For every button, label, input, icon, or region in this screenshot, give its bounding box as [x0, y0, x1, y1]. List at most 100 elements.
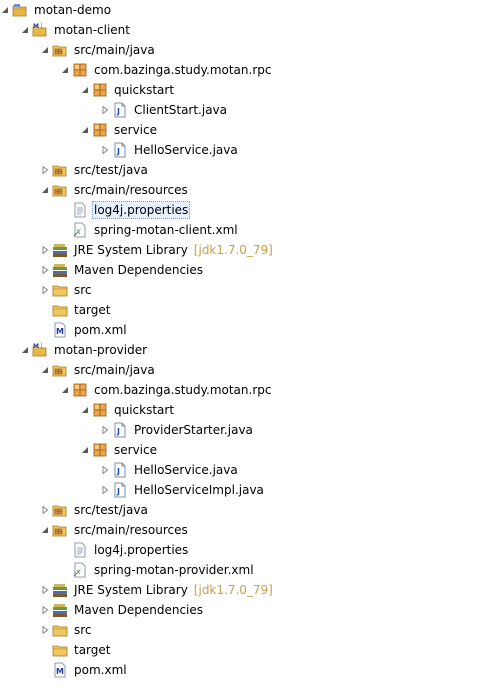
- folder-icon: [52, 302, 68, 318]
- tree-node[interactable]: service: [0, 440, 495, 460]
- tree-node[interactable]: J ClientStart.java: [0, 100, 495, 120]
- collapsed-arrow-icon[interactable]: [100, 485, 110, 495]
- xml-file-icon: x: [72, 222, 88, 238]
- tree-node-label: Maven Dependencies: [74, 263, 204, 277]
- svg-text:J: J: [116, 147, 120, 156]
- collapsed-arrow-icon[interactable]: [40, 505, 50, 515]
- xml-file-icon: x: [72, 562, 88, 578]
- source-folder-icon: [52, 522, 68, 538]
- tree-node-label: src/main/resources: [74, 183, 188, 197]
- collapsed-arrow-icon[interactable]: [100, 425, 110, 435]
- expanded-arrow-icon[interactable]: [40, 525, 50, 535]
- expanded-arrow-icon[interactable]: [80, 125, 90, 135]
- tree-node-label: motan-client: [54, 23, 130, 37]
- tree-node[interactable]: Maven Dependencies: [0, 260, 495, 280]
- tree-node[interactable]: src/main/resources: [0, 520, 495, 540]
- tree-node-label: src/main/java: [74, 363, 155, 377]
- package-icon: [92, 402, 108, 418]
- tree-node-label: target: [74, 303, 111, 317]
- tree-node[interactable]: quickstart: [0, 80, 495, 100]
- tree-node-label: log4j.properties: [94, 543, 189, 557]
- expanded-arrow-icon[interactable]: [80, 85, 90, 95]
- expanded-arrow-icon[interactable]: [40, 185, 50, 195]
- tree-node[interactable]: JRE System Library [jdk1.7.0_79]: [0, 580, 495, 600]
- collapsed-arrow-icon[interactable]: [40, 245, 50, 255]
- expanded-arrow-icon[interactable]: [20, 345, 30, 355]
- tree-node[interactable]: J HelloService.java: [0, 460, 495, 480]
- tree-node-label: HelloService.java: [134, 463, 238, 477]
- expanded-arrow-icon[interactable]: [40, 45, 50, 55]
- tree-node[interactable]: Maven Dependencies: [0, 600, 495, 620]
- collapsed-arrow-icon[interactable]: [40, 605, 50, 615]
- tree-node-label: src/main/resources: [74, 523, 188, 537]
- tree-node[interactable]: M Jmotan-provider: [0, 340, 495, 360]
- tree-node[interactable]: target: [0, 640, 495, 660]
- tree-node[interactable]: x spring-motan-provider.xml: [0, 560, 495, 580]
- tree-node[interactable]: com.bazinga.study.motan.rpc: [0, 60, 495, 80]
- collapsed-arrow-icon[interactable]: [100, 465, 110, 475]
- expanded-arrow-icon[interactable]: [40, 365, 50, 375]
- maven-project-icon: MJ: [32, 342, 48, 358]
- tree-node[interactable]: src/test/java: [0, 500, 495, 520]
- tree-node[interactable]: J HelloServiceImpl.java: [0, 480, 495, 500]
- tree-node[interactable]: src/test/java: [0, 160, 495, 180]
- expanded-arrow-icon[interactable]: [80, 405, 90, 415]
- tree-node[interactable]: JRE System Library [jdk1.7.0_79]: [0, 240, 495, 260]
- tree-node-label: service: [114, 123, 157, 137]
- expanded-arrow-icon[interactable]: [0, 5, 10, 15]
- collapsed-arrow-icon[interactable]: [100, 105, 110, 115]
- expanded-arrow-icon[interactable]: [20, 25, 30, 35]
- source-folder-icon: [52, 362, 68, 378]
- tree-node[interactable]: M J motan-client: [0, 20, 495, 40]
- tree-node[interactable]: src/main/java: [0, 40, 495, 60]
- java-file-icon: J: [112, 422, 128, 438]
- source-folder-icon: [52, 42, 68, 58]
- collapsed-arrow-icon[interactable]: [40, 165, 50, 175]
- collapsed-arrow-icon[interactable]: [40, 265, 50, 275]
- tree-node[interactable]: service: [0, 120, 495, 140]
- tree-node-label: pom.xml: [74, 323, 127, 337]
- collapsed-arrow-icon[interactable]: [40, 585, 50, 595]
- tree-node-label: src/test/java: [74, 503, 148, 517]
- tree-node-label: HelloService.java: [134, 143, 238, 157]
- tree-node-label: src: [74, 283, 92, 297]
- library-icon: [52, 262, 68, 278]
- collapsed-arrow-icon[interactable]: [40, 625, 50, 635]
- library-icon: [52, 582, 68, 598]
- tree-node[interactable]: Mpom.xml: [0, 320, 495, 340]
- collapsed-arrow-icon[interactable]: [100, 145, 110, 155]
- tree-node[interactable]: log4j.properties: [0, 200, 495, 220]
- folder-icon: [52, 622, 68, 638]
- tree-node[interactable]: src: [0, 280, 495, 300]
- tree-node[interactable]: target: [0, 300, 495, 320]
- expanded-arrow-icon[interactable]: [80, 445, 90, 455]
- source-folder-icon: [52, 162, 68, 178]
- tree-node-label: target: [74, 643, 111, 657]
- tree-node[interactable]: quickstart: [0, 400, 495, 420]
- svg-text:J: J: [116, 107, 120, 116]
- tree-node[interactable]: src/main/resources: [0, 180, 495, 200]
- tree-node[interactable]: com.bazinga.study.motan.rpc: [0, 380, 495, 400]
- tree-node[interactable]: motan-demo: [0, 0, 495, 20]
- collapsed-arrow-icon[interactable]: [40, 285, 50, 295]
- tree-node[interactable]: Mpom.xml: [0, 660, 495, 680]
- tree-node[interactable]: log4j.properties: [0, 540, 495, 560]
- expanded-arrow-icon[interactable]: [60, 385, 70, 395]
- expanded-arrow-icon[interactable]: [60, 65, 70, 75]
- tree-node[interactable]: src/main/java: [0, 360, 495, 380]
- folder-icon: [52, 282, 68, 298]
- maven-project-icon: MJ: [32, 22, 48, 38]
- tree-node-label: com.bazinga.study.motan.rpc: [94, 63, 272, 77]
- properties-file-icon: [72, 202, 88, 218]
- java-file-icon: J: [112, 482, 128, 498]
- library-icon: [52, 602, 68, 618]
- tree-node[interactable]: src: [0, 620, 495, 640]
- tree-node[interactable]: x spring-motan-client.xml: [0, 220, 495, 240]
- tree-node[interactable]: J ProviderStarter.java: [0, 420, 495, 440]
- tree-node[interactable]: J HelloService.java: [0, 140, 495, 160]
- java-file-icon: J: [112, 102, 128, 118]
